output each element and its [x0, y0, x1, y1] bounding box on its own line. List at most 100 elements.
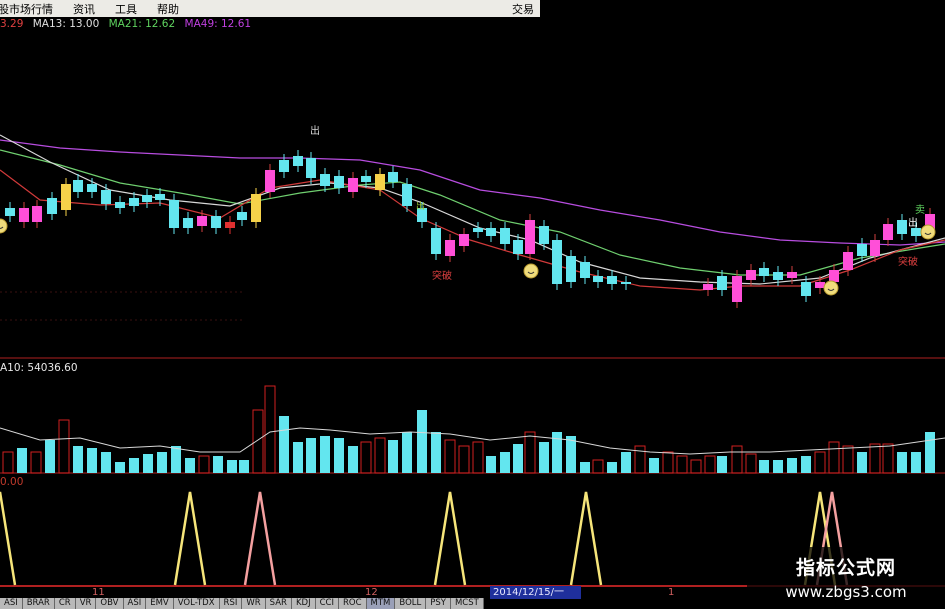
volume-bar [417, 410, 427, 473]
volume-bar [607, 462, 617, 473]
volume-bar [264, 385, 276, 474]
tab-emv[interactable]: EMV [146, 598, 174, 609]
candle-body [459, 234, 469, 246]
candle-body [566, 256, 576, 282]
volume-bar [472, 441, 484, 474]
tab-cci[interactable]: CCI [315, 598, 339, 609]
volume-bar [227, 460, 237, 473]
candle-body [759, 268, 769, 276]
candle-body [279, 160, 289, 172]
tab-mcst[interactable]: MCST [450, 598, 484, 609]
tab-rsi[interactable]: RSI [219, 598, 243, 609]
candle-body [348, 178, 358, 192]
candle-body [115, 202, 125, 208]
volume-bar [115, 462, 125, 473]
candle-body [897, 220, 907, 234]
candle-body [169, 200, 179, 228]
tab-mtm[interactable]: MTM [366, 598, 396, 609]
candle-body [445, 240, 455, 256]
candle-body [486, 228, 496, 236]
volume-bar [101, 452, 111, 473]
candle-body [129, 198, 139, 206]
tab-vol-tdx[interactable]: VOL-TDX [173, 598, 220, 609]
volume-bar [185, 458, 195, 473]
volume-bar [171, 446, 181, 473]
volume-bar [717, 456, 727, 473]
tab-sar[interactable]: SAR [265, 598, 292, 609]
x-tick-jan: 1 [668, 587, 675, 598]
candle-body [732, 276, 742, 302]
candle-body [155, 194, 165, 200]
signal-out-small: 出 [416, 202, 426, 212]
candle-body [388, 172, 398, 182]
volume-bar [539, 442, 549, 473]
volume-bar [676, 455, 688, 474]
tab-cr[interactable]: CR [54, 598, 76, 609]
candle-body [101, 190, 111, 204]
volume-bar [857, 452, 867, 473]
volume-bar [704, 455, 716, 474]
watermark: 指标公式网 www.zbgs3.com [747, 547, 945, 609]
volume-bar [897, 452, 907, 473]
candle-body [211, 216, 221, 228]
tab-psy[interactable]: PSY [426, 598, 451, 609]
tab-vr[interactable]: VR [75, 598, 97, 609]
candle-body [717, 276, 727, 290]
volume-bar [320, 436, 330, 473]
candle-body [870, 240, 880, 256]
candle-body [402, 184, 412, 206]
volume-bar [17, 448, 27, 473]
tab-wr[interactable]: WR [242, 598, 266, 609]
tab-brar[interactable]: BRAR [22, 598, 55, 609]
indicator-peak [0, 491, 17, 586]
volume-bar [869, 443, 881, 474]
signal-breakout-right: 突破 [898, 257, 918, 268]
volume-bar [458, 445, 470, 474]
candle-body [883, 224, 893, 240]
volume-bar [925, 432, 935, 473]
signal-out-right: 出 [908, 218, 918, 229]
indicator-peak [569, 491, 603, 586]
volume-bar [293, 442, 303, 473]
volume-bar [45, 440, 55, 473]
candle-body [857, 244, 867, 256]
volume-bar [524, 431, 536, 474]
ma13-line [0, 134, 945, 285]
volume-bar [334, 438, 344, 473]
watermark-title: 指标公式网 [795, 557, 896, 579]
candle-body [539, 226, 549, 244]
tab-kdj[interactable]: KDJ [291, 598, 316, 609]
volume-bar [882, 443, 894, 474]
stock-chart[interactable] [0, 0, 945, 609]
signal-breakout: 突破 [432, 271, 452, 282]
candle-body [87, 184, 97, 192]
signal-out: 出 [310, 126, 320, 137]
candle-body [773, 272, 783, 280]
candle-body [320, 174, 330, 186]
volume-bar [213, 456, 223, 473]
candle-body [237, 212, 247, 220]
tab-asi[interactable]: ASI [0, 598, 23, 609]
candle-body [61, 184, 71, 210]
tab-roc[interactable]: ROC [338, 598, 367, 609]
smiley-icon [0, 218, 8, 234]
volume-legend: A10: 54036.60 [0, 362, 78, 374]
cursor-date-label: 2014/12/15/一 [490, 586, 581, 599]
smiley-icon [920, 224, 936, 240]
tab-asi[interactable]: ASI [123, 598, 147, 609]
candle-body [251, 194, 261, 222]
candle-body [73, 180, 83, 192]
volume-bar [731, 445, 743, 474]
volume-bar [634, 445, 646, 474]
volume-bar [306, 438, 316, 473]
tab-boll[interactable]: BOLL [395, 598, 427, 609]
volume-bar [787, 458, 797, 473]
volume-bar [157, 452, 167, 473]
volume-bar [279, 416, 289, 473]
tab-obv[interactable]: OBV [96, 598, 124, 609]
volume-bar [566, 436, 576, 473]
candle-body [829, 270, 839, 282]
candle-body [183, 218, 193, 228]
candle-body [5, 208, 15, 216]
volume-bar [662, 451, 674, 474]
